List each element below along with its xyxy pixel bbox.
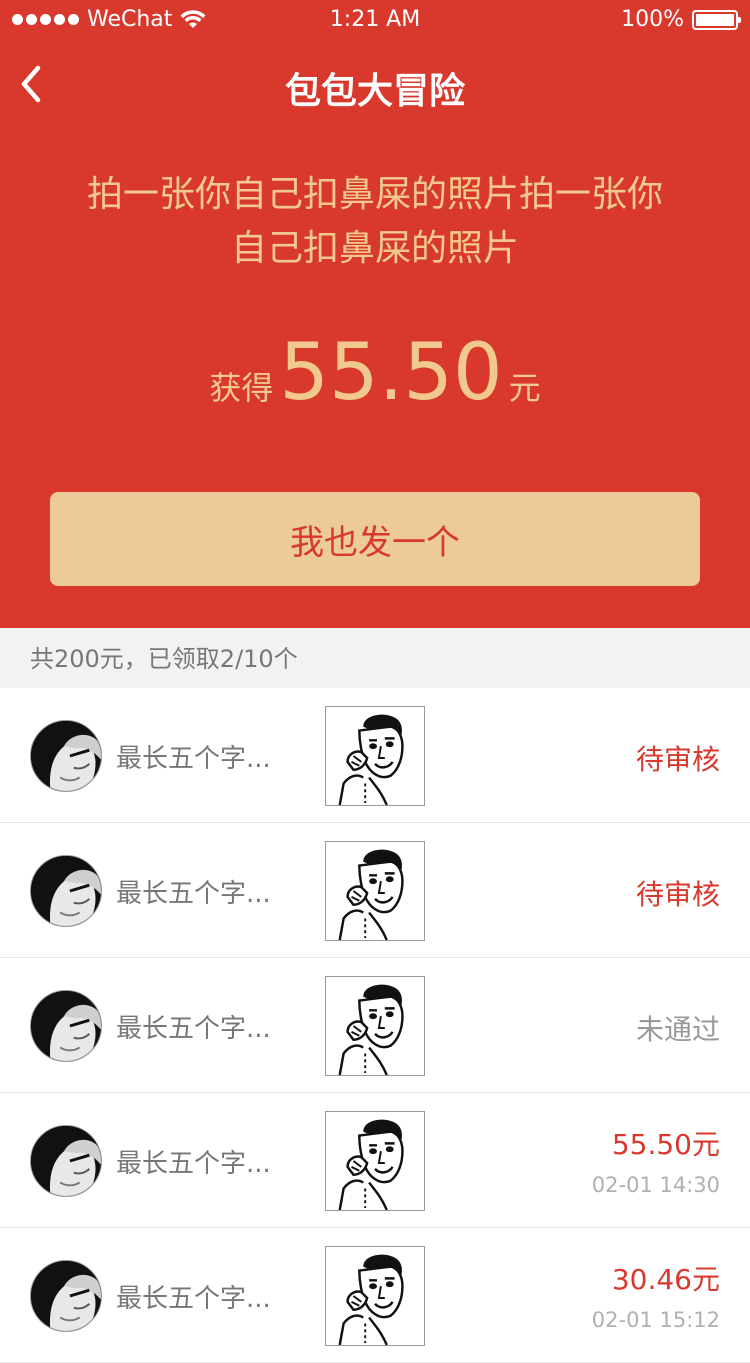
claim-summary: 共200元，已领取2/10个 [0, 628, 750, 688]
entry-time: 02-01 15:12 [591, 1308, 720, 1332]
status-bar: WeChat 1:21 AM 100% [0, 0, 750, 40]
submitted-photo[interactable] [325, 706, 425, 806]
entry-status: 待审核 [635, 743, 720, 776]
avatar[interactable] [30, 1125, 102, 1197]
list-item[interactable]: 最长五个字... 未通过 [0, 958, 750, 1093]
list-item[interactable]: 最长五个字... 待审核 [0, 823, 750, 958]
avatar[interactable] [30, 1260, 102, 1332]
submitted-photo[interactable] [325, 1111, 425, 1211]
list-item[interactable]: 最长五个字... 30.46元 02-01 15:12 [0, 1228, 750, 1363]
battery-area: 100% [621, 7, 741, 32]
amount-unit: 元 [508, 369, 541, 407]
entry-status: 未通过 [635, 1013, 720, 1046]
user-name: 最长五个字... [116, 879, 271, 909]
task-description: 拍一张你自己扣鼻屎的照片拍一张你自己扣鼻屎的照片 [86, 174, 663, 269]
entry-status: 55.50元 [611, 1128, 720, 1161]
avatar[interactable] [30, 855, 102, 927]
user-name: 最长五个字... [116, 744, 271, 774]
amount-prefix: 获得 [209, 369, 274, 407]
submitted-photo[interactable] [325, 1246, 425, 1346]
submitted-photo[interactable] [325, 841, 425, 941]
reward-amount: 获得55.50 元 [0, 328, 750, 418]
submitted-photo[interactable] [325, 976, 425, 1076]
entry-time: 02-01 14:30 [591, 1173, 720, 1197]
page-title: 包包大冒险 [284, 71, 465, 112]
battery-percent: 100% [621, 7, 684, 32]
list-item[interactable]: 最长五个字... 55.50元 02-01 14:30 [0, 1093, 750, 1228]
user-name: 最长五个字... [116, 1284, 271, 1314]
entry-status: 30.46元 [611, 1263, 720, 1296]
entry-status: 待审核 [635, 878, 720, 911]
list-item[interactable]: 最长五个字... 待审核 [0, 688, 750, 823]
amount-value: 55.50 [279, 328, 503, 418]
battery-icon [692, 9, 741, 30]
send-one-button[interactable]: 我也发一个 [50, 492, 700, 586]
entry-list: 最长五个字... 待审核 最长五个字... 待审核 最长五个字... 未通过 最… [0, 688, 750, 1363]
user-name: 最长五个字... [116, 1149, 271, 1179]
avatar[interactable] [30, 990, 102, 1062]
avatar[interactable] [30, 720, 102, 792]
user-name: 最长五个字... [116, 1014, 271, 1044]
nav-bar: 包包大冒险 [0, 40, 750, 128]
